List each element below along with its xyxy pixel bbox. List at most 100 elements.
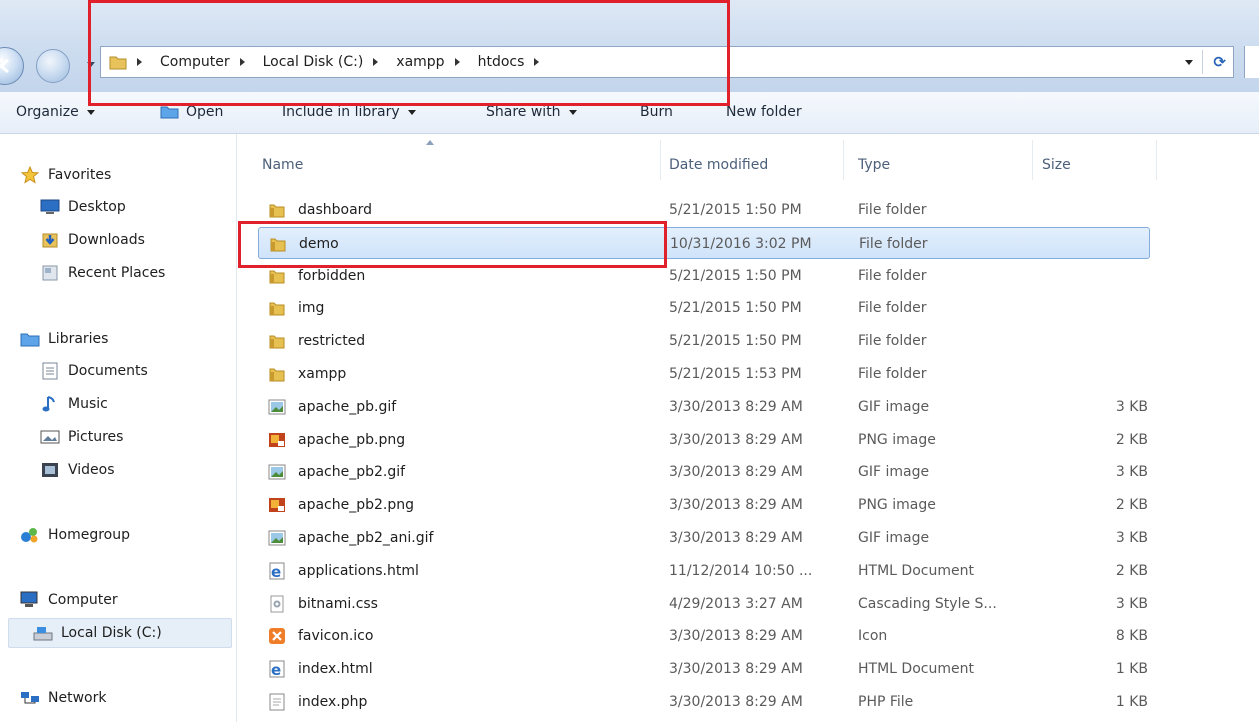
file-row-bitnami-css[interactable]: bitnami.css 4/29/2013 3:27 AM Cascading St… <box>258 588 1150 620</box>
breadcrumb-local-disk[interactable]: Local Disk (C:) <box>258 54 392 70</box>
open-button[interactable]: Open <box>160 104 223 120</box>
file-name: apache_pb2_ani.gif <box>298 530 434 546</box>
folder-icon <box>268 267 286 285</box>
homegroup-icon <box>20 526 40 544</box>
sort-ascending-icon <box>426 140 434 145</box>
nav-recent-places[interactable]: Recent Places <box>40 258 276 288</box>
column-header-name[interactable]: Name <box>262 148 303 182</box>
back-arrow-icon <box>0 58 9 74</box>
forward-button[interactable] <box>36 49 70 83</box>
new-folder-button[interactable]: New folder <box>726 104 802 120</box>
back-button[interactable] <box>0 47 24 85</box>
address-bar[interactable]: Computer Local Disk (C:) xampp htdocs ⟳ <box>100 46 1234 78</box>
nav-libraries[interactable]: Libraries <box>20 324 256 354</box>
nav-local-disk[interactable]: Local Disk (C:) <box>8 618 232 648</box>
svg-text:e: e <box>271 563 281 580</box>
recent-places-icon <box>40 264 60 282</box>
folder-icon <box>268 201 286 219</box>
xampp-icon <box>268 627 286 645</box>
file-row-index-html[interactable]: e index.html 3/30/2013 8:29 AM HTML Documen… <box>258 653 1150 685</box>
file-size <box>1088 194 1148 226</box>
column-divider[interactable] <box>660 140 661 180</box>
file-row-index-php[interactable]: index.php 3/30/2013 8:29 AM PHP File 1 KB <box>258 686 1150 718</box>
file-type: File folder <box>858 300 927 317</box>
file-row-xampp[interactable]: xampp 5/21/2015 1:53 PM File folder <box>258 358 1150 390</box>
file-date: 5/21/2015 1:50 PM <box>669 300 802 317</box>
file-size <box>1088 292 1148 324</box>
file-date: 3/30/2013 8:29 AM <box>669 530 803 546</box>
recent-pages-dropdown[interactable] <box>87 62 95 67</box>
nav-downloads[interactable]: Downloads <box>40 225 276 255</box>
png-image-icon <box>268 496 286 514</box>
column-header-type[interactable]: Type <box>858 148 890 182</box>
file-row-img[interactable]: img 5/21/2015 1:50 PM File folder <box>258 292 1150 324</box>
nav-music[interactable]: Music <box>40 389 276 419</box>
file-row-apache-pb2-ani-gif[interactable]: apache_pb2_ani.gif 3/30/2013 8:29 AM GIF i… <box>258 522 1150 554</box>
chevron-down-icon <box>86 109 95 115</box>
file-row-apache-pb-gif[interactable]: apache_pb.gif 3/30/2013 8:29 AM GIF image 3… <box>258 391 1150 423</box>
file-name: img <box>298 300 325 317</box>
file-size: 3 KB <box>1115 595 1148 612</box>
breadcrumb-computer[interactable]: Computer <box>155 54 258 70</box>
documents-icon <box>40 362 60 380</box>
file-name: applications.html <box>298 562 419 579</box>
column-header-date[interactable]: Date modified <box>669 148 768 182</box>
column-header-size[interactable]: Size <box>1042 148 1071 182</box>
nav-computer[interactable]: Computer <box>20 585 256 615</box>
gif-image-icon <box>268 463 286 481</box>
file-size <box>1089 228 1149 260</box>
file-date: 3/30/2013 8:29 AM <box>669 398 803 415</box>
nav-documents[interactable]: Documents <box>40 356 276 386</box>
file-size: 3 KB <box>1115 530 1148 546</box>
include-in-library-button[interactable]: Include in library <box>282 104 416 120</box>
title-bar-area: Computer Local Disk (C:) xampp htdocs ⟳ <box>0 0 1259 92</box>
burn-button[interactable]: Burn <box>640 104 673 120</box>
network-icon <box>20 689 40 707</box>
nav-videos[interactable]: Videos <box>40 455 276 485</box>
organize-button[interactable]: Organize <box>16 104 95 120</box>
file-type: GIF image <box>858 530 930 546</box>
file-row-favicon-ico[interactable]: favicon.ico 3/30/2013 8:29 AM Icon 8 KB <box>258 620 1150 652</box>
nav-pictures[interactable]: Pictures <box>40 422 276 452</box>
file-row-applications-html[interactable]: e applications.html 11/12/2014 10:50 ... HT… <box>258 555 1150 587</box>
file-type: Icon <box>858 628 888 645</box>
downloads-folder-icon <box>40 231 60 249</box>
file-type: PNG image <box>858 431 936 448</box>
nav-favorites[interactable]: Favorites <box>20 160 256 190</box>
column-divider[interactable] <box>843 140 844 180</box>
file-row-dashboard[interactable]: dashboard 5/21/2015 1:50 PM File folder <box>258 194 1150 226</box>
file-row-apache-pb2-gif[interactable]: apache_pb2.gif 3/30/2013 8:29 AM GIF image… <box>258 456 1150 488</box>
file-name: dashboard <box>298 202 373 218</box>
column-divider[interactable] <box>1032 140 1033 180</box>
file-row-demo[interactable]: demo 10/31/2016 3:02 PM File folder <box>258 226 1150 260</box>
address-history-dropdown[interactable] <box>1185 60 1193 65</box>
file-name: index.php <box>298 694 368 710</box>
open-folder-icon <box>160 106 179 119</box>
file-name: forbidden <box>298 267 366 284</box>
html-document-icon: e <box>268 660 286 679</box>
file-date: 11/12/2014 10:50 ... <box>669 562 813 579</box>
breadcrumb-htdocs[interactable]: htdocs <box>473 54 553 70</box>
file-row-apache-pb2-png[interactable]: apache_pb2.png 3/30/2013 8:29 AM PNG image… <box>258 489 1150 521</box>
nav-network[interactable]: Network <box>20 683 256 713</box>
star-icon <box>20 166 40 184</box>
file-size: 8 KB <box>1115 628 1148 645</box>
column-divider[interactable] <box>1156 140 1157 180</box>
nav-desktop[interactable]: Desktop <box>40 192 276 222</box>
nav-homegroup[interactable]: Homegroup <box>20 520 256 550</box>
png-image-icon <box>268 431 286 449</box>
file-date: 3/30/2013 8:29 AM <box>669 464 803 481</box>
refresh-icon[interactable]: ⟳ <box>1213 53 1226 71</box>
share-with-button[interactable]: Share with <box>486 104 577 120</box>
breadcrumb-root-arrow[interactable] <box>127 58 155 66</box>
file-name: bitnami.css <box>298 595 378 612</box>
file-row-apache-pb-png[interactable]: apache_pb.png 3/30/2013 8:29 AM PNG image 2… <box>258 424 1150 456</box>
file-row-forbidden[interactable]: forbidden 5/21/2015 1:50 PM File folder <box>258 260 1150 292</box>
html-document-icon: e <box>268 562 286 581</box>
chevron-down-icon <box>407 109 416 115</box>
search-box-edge[interactable] <box>1244 46 1259 78</box>
navigation-pane: Favorites Desktop Downloads Recent Place… <box>0 134 237 722</box>
file-row-restricted[interactable]: restricted 5/21/2015 1:50 PM File folder <box>258 325 1150 357</box>
breadcrumb-xampp[interactable]: xampp <box>391 54 472 70</box>
file-name: restricted <box>298 333 366 350</box>
